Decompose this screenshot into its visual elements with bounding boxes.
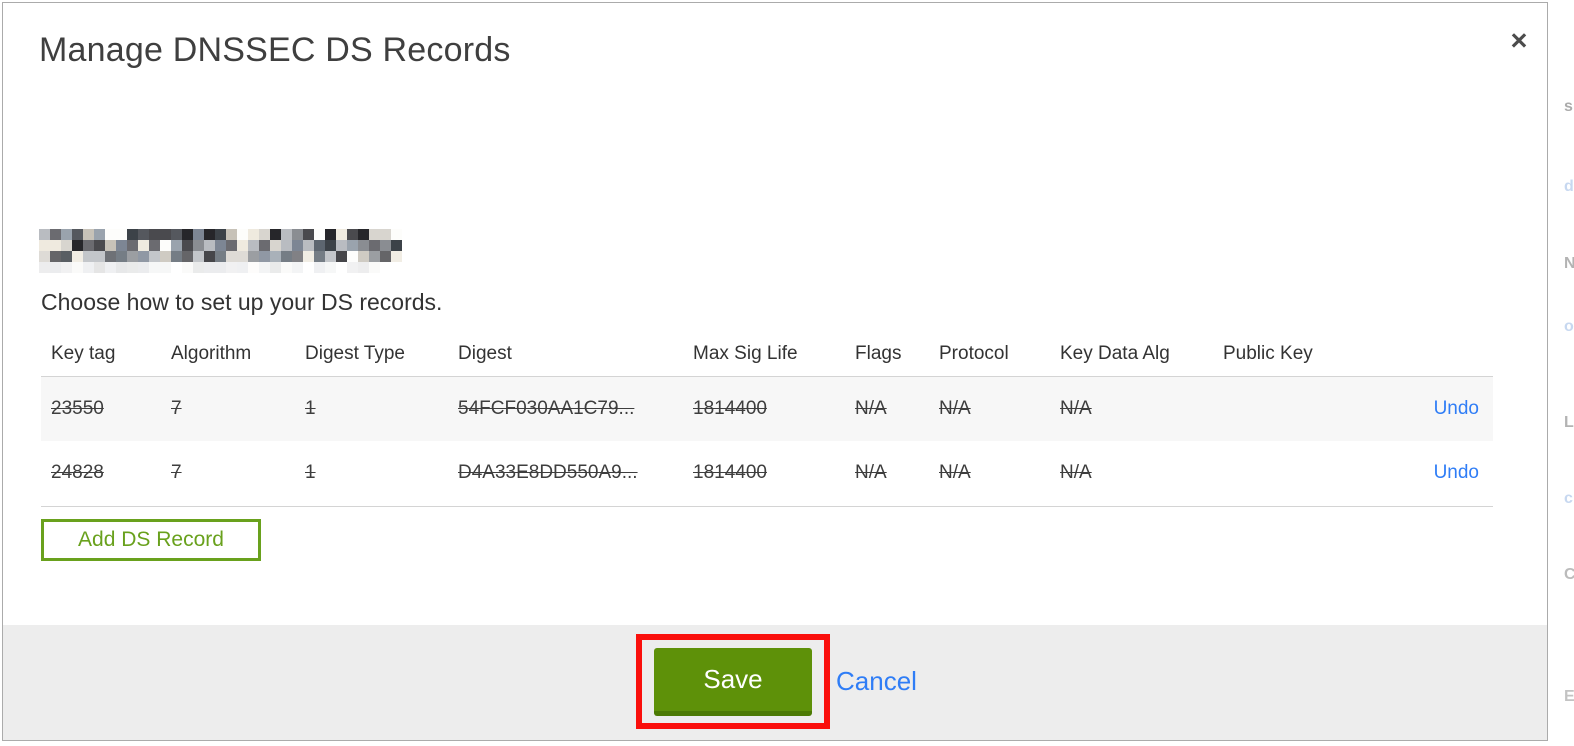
- edge-text-fragment: L: [1564, 414, 1574, 431]
- table-row: 24828 7 1 D4A33E8DD550A9... 1814400 N/A …: [41, 441, 1493, 506]
- annotation-highlight-box: Save: [636, 634, 830, 729]
- cancel-link[interactable]: Cancel: [836, 666, 917, 697]
- edge-text-fragment: o: [1564, 318, 1574, 335]
- domain-name-redacted: [39, 229, 403, 275]
- cell-digest-type: 1: [305, 462, 316, 484]
- manage-dnssec-modal: Manage DNSSEC DS Records × Choose how to…: [2, 2, 1548, 741]
- modal-footer: Save Cancel: [3, 625, 1547, 740]
- col-header-actions: [1353, 333, 1493, 376]
- edge-text-fragment: d: [1564, 178, 1574, 195]
- ds-records-table: Key tag Algorithm Digest Type Digest Max…: [41, 333, 1493, 507]
- underlying-page-edge: s d No Lc C E: [1556, 0, 1574, 746]
- cell-algorithm: 7: [171, 462, 182, 484]
- col-header-max-sig-life: Max Sig Life: [693, 343, 798, 365]
- cell-digest: D4A33E8DD550A9...: [458, 462, 638, 484]
- cell-public-key: [1213, 376, 1353, 441]
- cell-flags: N/A: [855, 462, 887, 484]
- col-header-algorithm: Algorithm: [171, 343, 252, 365]
- col-header-protocol: Protocol: [939, 343, 1009, 365]
- cell-key-data-alg: N/A: [1060, 462, 1092, 484]
- cell-protocol: N/A: [939, 462, 971, 484]
- cell-key-tag: 24828: [51, 462, 104, 484]
- cell-digest-type: 1: [305, 397, 316, 419]
- table-row: 23550 7 1 54FCF030AA1C79... 1814400 N/A …: [41, 376, 1493, 441]
- cell-public-key: [1213, 441, 1353, 506]
- page-background: Manage DNSSEC DS Records × Choose how to…: [0, 0, 1574, 746]
- cell-flags: N/A: [855, 397, 887, 419]
- edge-text-fragment: N: [1564, 255, 1574, 272]
- edge-text-fragment: c: [1564, 490, 1573, 507]
- col-header-key-data-alg: Key Data Alg: [1060, 343, 1170, 365]
- edge-text-fragment: E: [1564, 688, 1574, 705]
- save-button[interactable]: Save: [654, 647, 812, 716]
- add-ds-record-button[interactable]: Add DS Record: [41, 519, 261, 561]
- edge-text-fragment: s: [1564, 98, 1573, 115]
- col-header-digest: Digest: [458, 343, 512, 365]
- cell-key-data-alg: N/A: [1060, 397, 1092, 419]
- cell-digest: 54FCF030AA1C79...: [458, 397, 635, 419]
- table-header-row: Key tag Algorithm Digest Type Digest Max…: [41, 333, 1493, 376]
- col-header-public-key: Public Key: [1223, 343, 1313, 365]
- edge-text-fragment: C: [1564, 566, 1574, 583]
- col-header-flags: Flags: [855, 343, 902, 365]
- cell-protocol: N/A: [939, 397, 971, 419]
- undo-link[interactable]: Undo: [1434, 398, 1479, 419]
- cell-max-sig-life: 1814400: [693, 397, 767, 419]
- col-header-key-tag: Key tag: [51, 343, 116, 365]
- instruction-text: Choose how to set up your DS records.: [41, 289, 443, 315]
- col-header-digest-type: Digest Type: [305, 343, 405, 365]
- close-icon[interactable]: ×: [1501, 23, 1537, 59]
- undo-link[interactable]: Undo: [1434, 462, 1479, 483]
- cell-key-tag: 23550: [51, 397, 104, 419]
- cell-max-sig-life: 1814400: [693, 462, 767, 484]
- cell-algorithm: 7: [171, 397, 182, 419]
- page-title: Manage DNSSEC DS Records: [39, 31, 511, 69]
